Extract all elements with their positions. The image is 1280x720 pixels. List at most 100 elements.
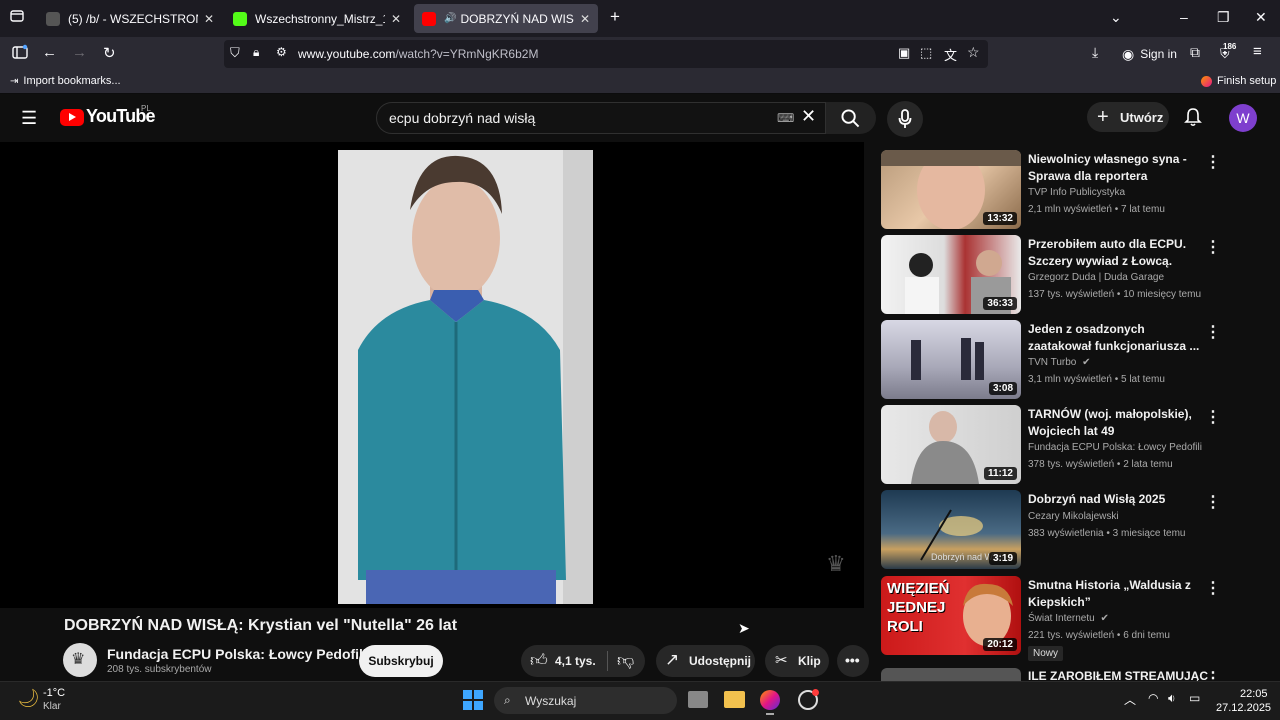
import-bookmarks-button[interactable]: ⇥ Import bookmarks... [10, 75, 121, 87]
close-tab-icon[interactable]: ✕ [204, 12, 214, 26]
save-page-icon[interactable]: ⬚ [920, 45, 932, 61]
recommendation-item[interactable]: ILE ZAROBIŁEM STREAMUJĄC ⋮ [881, 668, 1221, 681]
windows-start-icon[interactable] [463, 690, 483, 710]
recommendation-item[interactable]: WIĘZIEŃ JEDNEJ ROLI 20:12 Smutna Histori… [881, 576, 1221, 661]
video-thumbnail[interactable]: Dobrzyń nad Wisłą 3:19 [881, 490, 1021, 569]
reader-view-icon[interactable]: ▣ [898, 45, 910, 61]
subscribe-button[interactable]: Subskrybuj [359, 645, 443, 677]
youtube-logo-icon[interactable] [60, 109, 84, 126]
sidebar-toggle-icon[interactable] [12, 44, 28, 64]
wifi-icon[interactable]: ◠ [1148, 691, 1158, 705]
recommendation-title[interactable]: Dobrzyń nad Wisłą 2025 [1028, 491, 1200, 508]
more-vertical-icon[interactable]: ⋮ [1205, 322, 1221, 342]
battery-icon[interactable]: ▭ [1189, 691, 1200, 705]
video-thumbnail[interactable]: 36:33 [881, 235, 1021, 314]
recommendation-channel[interactable]: Cezary Mikolajewski [1028, 511, 1119, 522]
dislike-button[interactable]: 👎︎ [608, 645, 645, 677]
recommendation-channel[interactable]: Świat Internetu ✔ [1028, 613, 1109, 624]
more-vertical-icon[interactable]: ⋮ [1205, 237, 1221, 257]
close-tab-icon[interactable]: ✕ [580, 12, 590, 26]
finish-setup-button[interactable]: Finish setup [1201, 75, 1276, 87]
video-frame[interactable] [338, 150, 593, 604]
tray-chevron-up-icon[interactable]: ︿ [1124, 691, 1136, 708]
video-thumbnail[interactable]: 11:12 [881, 405, 1021, 484]
more-vertical-icon[interactable]: ⋮ [1205, 492, 1221, 512]
hamburger-menu-icon[interactable]: ☰ [21, 108, 37, 129]
downloads-icon[interactable]: ⤓ [1092, 44, 1098, 61]
firefox-taskbar-icon[interactable] [760, 690, 780, 710]
more-vertical-icon[interactable]: ⋮ [1205, 668, 1221, 681]
window-close-icon[interactable]: ✕ [1255, 9, 1267, 26]
bookmark-star-icon[interactable]: ☆ [967, 44, 980, 61]
video-thumbnail[interactable] [881, 668, 1021, 681]
clock-time[interactable]: 22:05 [1240, 688, 1268, 700]
keyboard-icon[interactable]: ⌨ [777, 111, 794, 125]
recommendation-item[interactable]: 36:33 Przerobiłem auto dla ECPU. Szczery… [881, 235, 1221, 315]
share-button[interactable]: ↗ Udostępnij [656, 645, 755, 677]
new-tab-icon[interactable]: + [610, 7, 620, 27]
tab-1[interactable]: (5) /b/ - WSZECHSTRONNYMISTRZ ✕ [38, 4, 222, 33]
video-thumbnail[interactable]: 13:32 [881, 150, 1021, 229]
more-vertical-icon[interactable]: ⋮ [1205, 407, 1221, 427]
more-vertical-icon[interactable]: ⋮ [1205, 152, 1221, 172]
recommendation-title[interactable]: Niewolnicy własnego syna - Sprawa dla re… [1028, 151, 1200, 185]
scissors-icon: ✂ [775, 652, 788, 669]
forward-icon[interactable]: → [72, 44, 87, 61]
search-input[interactable]: ecpu dobrzyń nad wisłą [389, 110, 535, 126]
recommendation-item[interactable]: 13:32 Niewolnicy własnego syna - Sprawa … [881, 150, 1221, 230]
recommendation-channel[interactable]: Fundacja ECPU Polska: Łowcy Pedofili [1028, 442, 1202, 453]
task-view-icon[interactable] [688, 691, 708, 708]
recommendation-channel[interactable]: TVP Info Publicystyka [1028, 187, 1125, 198]
more-vertical-icon[interactable]: ⋮ [1205, 578, 1221, 598]
voice-search-button[interactable] [887, 101, 923, 137]
channel-avatar[interactable]: ♛ [63, 643, 97, 677]
recommendation-meta: 221 tys. wyświetleń • 6 dni temu [1028, 630, 1170, 641]
recommendation-title[interactable]: Przerobiłem auto dla ECPU. Szczery wywia… [1028, 236, 1200, 270]
translate-icon[interactable]: 文 [944, 45, 957, 64]
tab-list-icon[interactable] [10, 9, 24, 26]
close-tab-icon[interactable]: ✕ [391, 12, 401, 26]
weather-moon-icon[interactable]: 🌙︎ [17, 688, 40, 709]
maximize-icon[interactable]: ❐ [1217, 9, 1230, 26]
speaker-icon[interactable]: 🔊 [444, 13, 456, 24]
user-avatar[interactable]: W [1229, 104, 1257, 132]
reload-icon[interactable]: ↻ [103, 44, 116, 62]
recommendation-item[interactable]: Dobrzyń nad Wisłą 3:19 Dobrzyń nad Wisłą… [881, 490, 1221, 570]
more-actions-button[interactable]: ••• [837, 645, 869, 677]
recommendation-item[interactable]: 3:08 Jeden z osadzonych zaatakował funkc… [881, 320, 1221, 400]
thumbnail-overlay-text: WIĘZIEŃ JEDNEJ ROLI [887, 580, 950, 635]
recommendation-title[interactable]: Jeden z osadzonych zaatakował funkcjonar… [1028, 321, 1200, 355]
extensions-icon[interactable]: ⧉ [1190, 44, 1200, 61]
channel-name[interactable]: Fundacja ECPU Polska: Łowcy Pedofili [107, 646, 367, 662]
back-icon[interactable]: ← [42, 44, 57, 61]
volume-icon[interactable]: 🔉︎ [1168, 691, 1176, 706]
shield-icon[interactable]: ⛉ [230, 45, 240, 61]
file-explorer-icon[interactable] [724, 691, 745, 708]
recommendation-title[interactable]: Smutna Historia „Waldusia z Kiepskich” [1028, 577, 1200, 611]
menu-icon[interactable]: ≡ [1253, 43, 1262, 60]
clip-button[interactable]: ✂ Klip [765, 645, 829, 677]
tab-3-active[interactable]: 🔊 DOBRZYŃ NAD WISŁĄ: Krystian ✕ [414, 4, 598, 33]
permissions-icon[interactable]: ⚙ [276, 45, 287, 59]
like-button[interactable]: 👍︎ 4,1 tys. [521, 645, 607, 677]
windows-search-box[interactable]: ⌕ Wyszukaj [494, 687, 677, 714]
lock-icon[interactable]: 🔒︎ [253, 45, 259, 60]
video-thumbnail[interactable]: 3:08 [881, 320, 1021, 399]
weather-temp[interactable]: -1°C [43, 687, 65, 699]
clock-date[interactable]: 27.12.2025 [1216, 702, 1271, 714]
video-thumbnail[interactable]: WIĘZIEŃ JEDNEJ ROLI 20:12 [881, 576, 1021, 655]
sign-in-button[interactable]: ◉ Sign in [1122, 45, 1177, 63]
recommendation-channel[interactable]: Grzegorz Duda | Duda Garage [1028, 272, 1164, 283]
recommendation-item[interactable]: 11:12 TARNÓW (woj. małopolskie), Wojciec… [881, 405, 1221, 485]
search-button[interactable] [826, 102, 876, 134]
minimize-icon[interactable]: – [1180, 9, 1188, 25]
url-text[interactable]: www.youtube.com/watch?v=YRmNgKR6b2M [298, 47, 538, 61]
notifications-bell-icon[interactable] [1184, 107, 1202, 132]
recommendation-title[interactable]: ILE ZAROBIŁEM STREAMUJĄC [1028, 669, 1208, 681]
recommendation-title[interactable]: TARNÓW (woj. małopolskie), Wojciech lat … [1028, 406, 1200, 440]
create-button[interactable]: + Utwórz [1087, 102, 1169, 132]
clear-search-icon[interactable]: ✕ [801, 106, 816, 127]
recommendation-channel[interactable]: TVN Turbo ✔ [1028, 357, 1091, 368]
chevron-down-icon[interactable]: ⌄ [1110, 9, 1122, 26]
tab-2[interactable]: Wszechstronny_Mistrz_1993 Stream ✕ [225, 4, 409, 33]
